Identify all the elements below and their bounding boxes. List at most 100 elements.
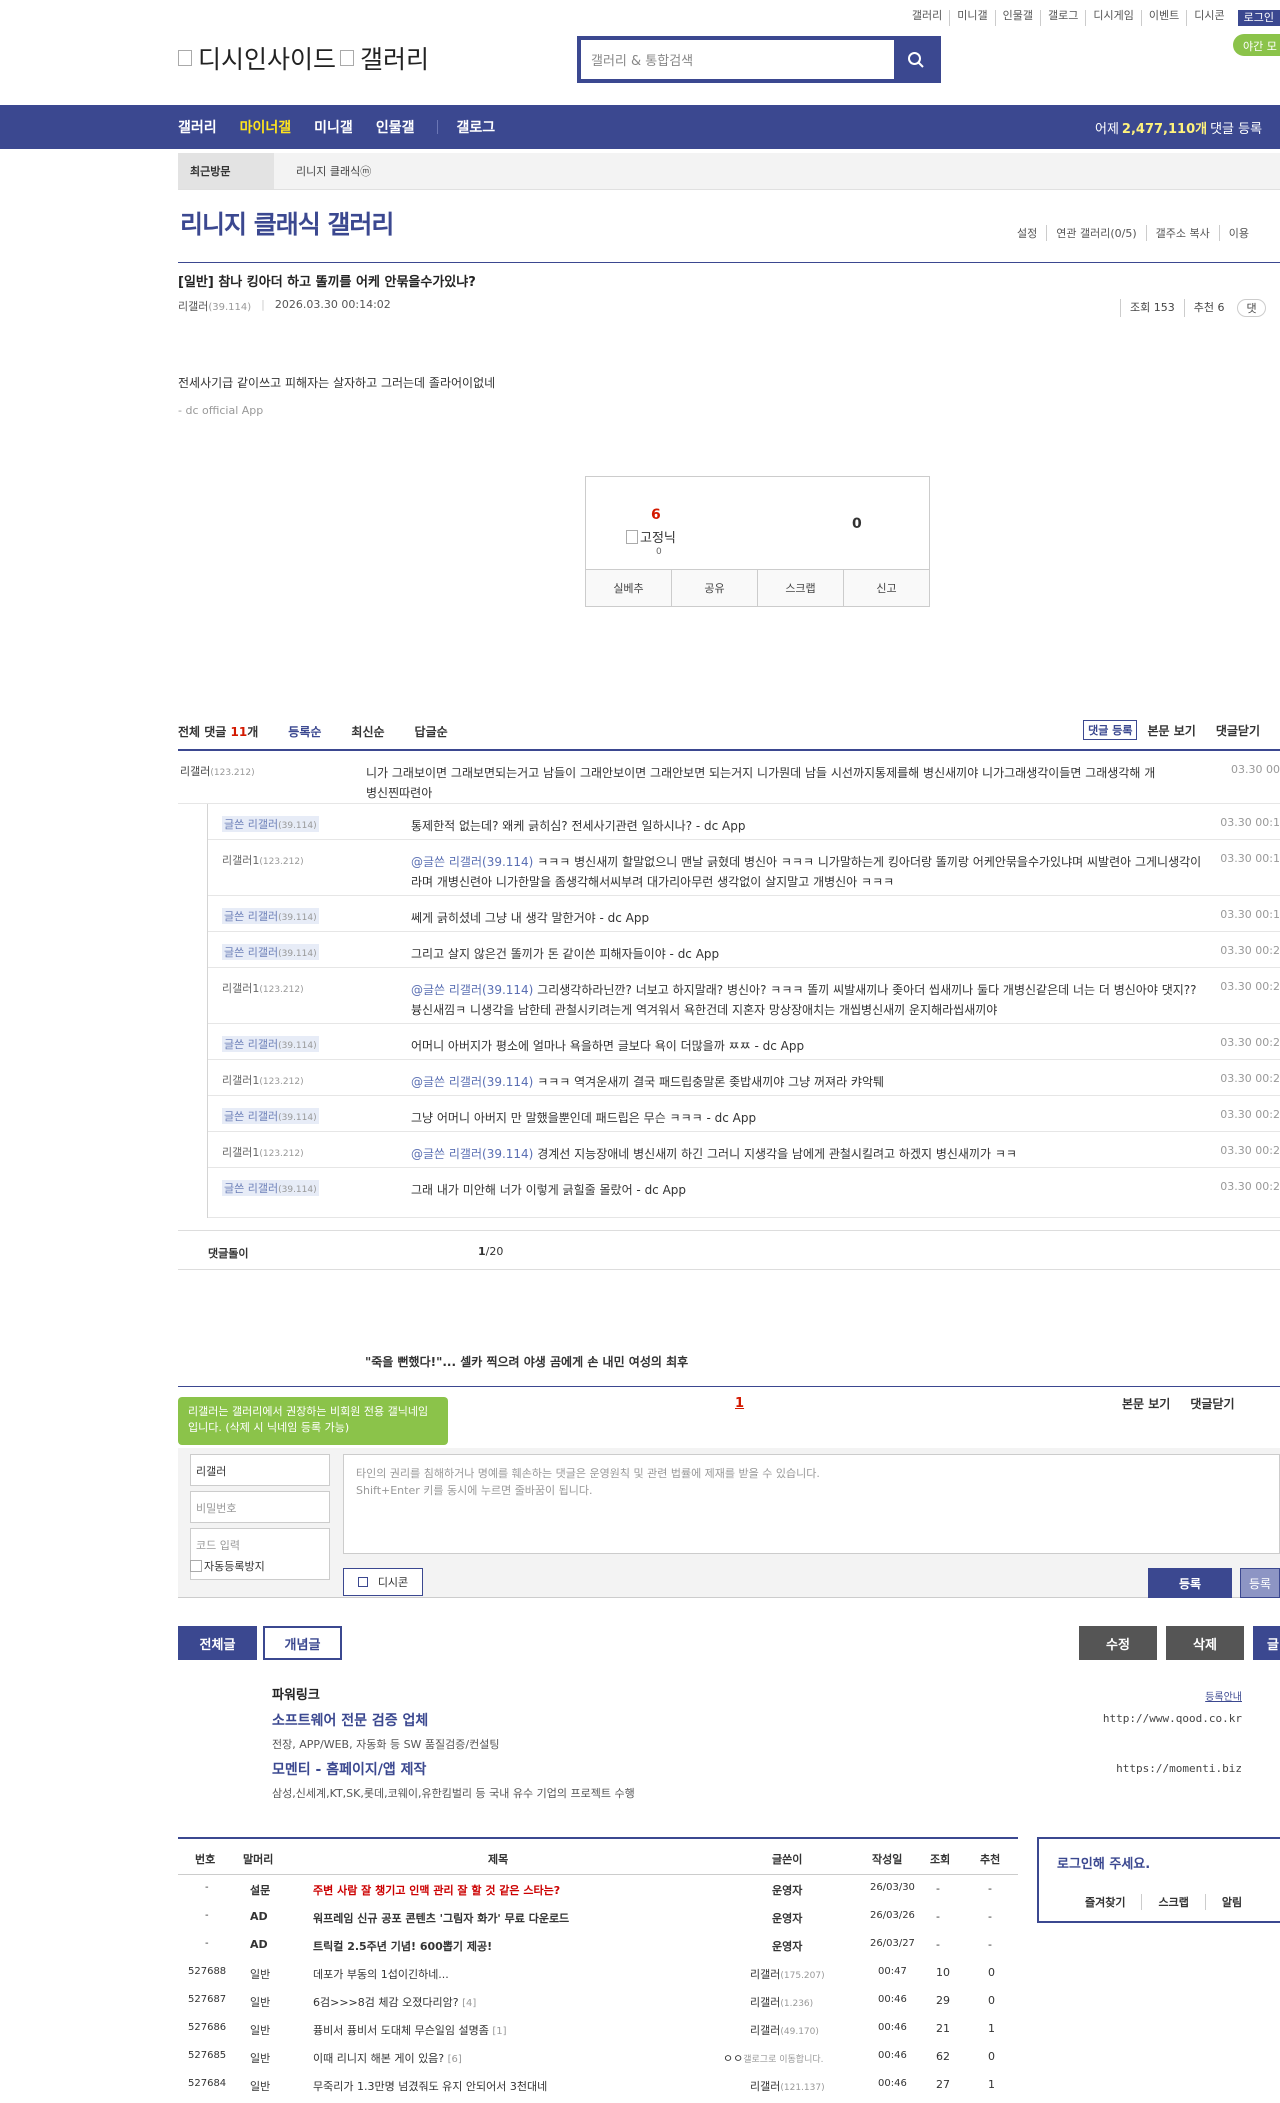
post-row[interactable]: 527686 일반 퓽비서 퓽비서 도대체 무슨일임 설명좀 [1] 리갤러(4… [178, 2015, 1018, 2043]
row-writer[interactable]: 리갤러(49.170) [750, 2022, 819, 2038]
gallery-usage[interactable]: 이용 [1218, 225, 1258, 241]
post-row[interactable]: 527685 일반 이때 리니지 해본 게이 있음? [6] ㅇㅇ갤로그로 이동… [178, 2043, 1018, 2071]
copy-address[interactable]: 갤주소 복사 [1145, 225, 1219, 241]
reply-nick[interactable]: 글쓴 리갤러(39.114) [222, 1108, 319, 1124]
silbe-button[interactable]: 실베추 [586, 570, 671, 606]
row-writer[interactable]: 운영자 [772, 1938, 802, 1954]
view-body-link[interactable]: 본문 보기 [1147, 722, 1195, 739]
nav-minor[interactable]: 마이너갤 [240, 117, 292, 137]
write-button[interactable]: 글 [1253, 1626, 1280, 1660]
all-posts-button[interactable]: 전체글 [178, 1626, 257, 1660]
row-writer[interactable]: 리갤러(121.137) [750, 2078, 825, 2094]
row-title[interactable]: 퓽비서 퓽비서 도대체 무슨일임 설명좀 [1] [313, 2022, 507, 2038]
concept-posts-button[interactable]: 개념글 [263, 1626, 342, 1660]
password-field[interactable]: 비밀번호 [190, 1491, 330, 1523]
gallery-title[interactable]: 리니지 클래식 갤러리 [180, 205, 394, 241]
reply-mention[interactable]: @글쓴 리갤러(39.114) [411, 983, 533, 997]
login-button[interactable]: 로그인 [1237, 10, 1280, 26]
reply-nick[interactable]: 리갤러1(123.212) [222, 980, 304, 996]
comment-page-1[interactable]: 1 [735, 1396, 744, 1411]
nav-gallery[interactable]: 갤러리 [178, 117, 217, 137]
reply-mention[interactable]: @글쓴 리갤러(39.114) [411, 1075, 533, 1089]
news-headline[interactable]: "죽을 뻔했다!"... 셀카 찍으려 야생 곰에게 손 내민 여성의 최후 [365, 1353, 688, 1370]
reply-nick[interactable]: 리갤러1(123.212) [222, 852, 304, 868]
comment-pagination[interactable]: 1/20 [478, 1245, 503, 1258]
row-title[interactable]: 주변 사람 잘 챙기고 인맥 관리 잘 할 것 같은 스타는? [313, 1882, 560, 1898]
post-row[interactable]: 527688 일반 데포가 부동의 1섭이긴하네... 리갤러(175.207)… [178, 1959, 1018, 1987]
reply-nick[interactable]: 글쓴 리갤러(39.114) [222, 1036, 319, 1052]
ad-title[interactable]: 모멘티 - 홈페이지/앱 제작 [272, 1759, 426, 1779]
gnb-mini[interactable]: 미니갤 [949, 10, 994, 26]
related-galleries[interactable]: 연관 갤러리(0/5) [1046, 225, 1145, 241]
gnb-game[interactable]: 디시게임 [1085, 10, 1140, 26]
delete-button[interactable]: 삭제 [1166, 1626, 1244, 1660]
sort-registered[interactable]: 등록순 [288, 723, 321, 740]
share-button[interactable]: 공유 [671, 570, 757, 606]
notify-link[interactable]: 알림 [1204, 1894, 1258, 1910]
nav-mini[interactable]: 미니갤 [314, 117, 353, 137]
row-writer[interactable]: 운영자 [772, 1910, 802, 1926]
comment-textarea[interactable]: 타인의 권리를 침해하거나 명예를 훼손하는 댓글은 운영원칙 및 관련 법률에… [343, 1454, 1280, 1554]
nick-field[interactable]: 리갤러 [190, 1454, 330, 1486]
gnb-gallery[interactable]: 갤러리 [905, 10, 949, 26]
site-logo[interactable]: 디시인사이드 갤러리 [178, 40, 429, 76]
reply-nick[interactable]: 글쓴 리갤러(39.114) [222, 1180, 319, 1196]
row-comment-count[interactable]: [6] [448, 2054, 462, 2065]
comment-nick[interactable]: 리갤러(123.212) [180, 763, 255, 779]
row-writer[interactable]: 리갤러(175.207) [750, 1966, 825, 1982]
close-comments-link-2[interactable]: 댓글닫기 [1190, 1395, 1234, 1412]
scrap-link[interactable]: 스크랩 [1141, 1894, 1204, 1910]
scrap-button[interactable]: 스크랩 [757, 570, 843, 606]
login-prompt[interactable]: 로그인해 주세요. [1057, 1853, 1150, 1872]
row-title[interactable]: 트릭컬 2.5주년 기념! 600뽑기 제공! [313, 1938, 492, 1954]
gnb-event[interactable]: 이벤트 [1140, 10, 1186, 26]
upvote-area[interactable]: 6 고정닉 0 [586, 477, 758, 570]
search-input[interactable]: 갤러리 & 통합검색 [581, 40, 894, 79]
dccon-button[interactable]: 디시콘 [343, 1568, 423, 1596]
report-button[interactable]: 신고 [843, 570, 929, 606]
reply-mention[interactable]: @글쓴 리갤러(39.114) [411, 1147, 533, 1161]
close-comments-link[interactable]: 댓글닫기 [1216, 722, 1260, 739]
row-title[interactable]: 데포가 부동의 1섭이긴하네... [313, 1966, 449, 1982]
sort-replies[interactable]: 답글순 [415, 723, 448, 740]
recent-item[interactable]: 리니지 클래식ⓜ [296, 163, 371, 179]
row-title[interactable]: 무죽리가 1.3만명 넘겼줘도 유지 안되어서 3천대네 [313, 2078, 547, 2094]
sort-latest[interactable]: 최신순 [351, 723, 384, 740]
row-comment-count[interactable]: [4] [462, 1998, 476, 2009]
comment-register-link[interactable]: 댓글 등록 [1083, 720, 1138, 740]
view-body-link-2[interactable]: 본문 보기 [1122, 1395, 1170, 1412]
post-author[interactable]: 리갤러(39.114) [178, 298, 251, 314]
comment-submit-button-2[interactable]: 등록 [1240, 1568, 1280, 1598]
row-title[interactable]: 워프레임 신규 공포 콘텐츠 '그림자 화가' 무료 다운로드 [313, 1910, 569, 1926]
search-button[interactable] [894, 40, 937, 79]
downvote-count[interactable]: 0 [852, 516, 862, 532]
reply-nick[interactable]: 리갤러1(123.212) [222, 1144, 304, 1160]
powerlink-guide[interactable]: 등록안내 [1205, 1688, 1242, 1703]
favorites-link[interactable]: 즐겨찾기 [1085, 1894, 1141, 1910]
nav-person[interactable]: 인물갤 [376, 117, 415, 137]
row-title[interactable]: 6검>>>8검 체감 오졌다리암? [4] [313, 1994, 476, 2010]
reply-mention[interactable]: @글쓴 리갤러(39.114) [411, 855, 533, 869]
post-row[interactable]: 527684 일반 무죽리가 1.3만명 넘겼줘도 유지 안되어서 3천대네 리… [178, 2071, 1018, 2099]
post-row[interactable]: - AD 워프레임 신규 공포 콘텐츠 '그림자 화가' 무료 다운로드 운영자… [178, 1903, 1018, 1931]
nav-gallog[interactable]: 갤로그 [456, 117, 495, 137]
night-mode-toggle[interactable]: 야간 모 [1233, 34, 1280, 56]
ad-url[interactable]: https://momenti.biz [1116, 1762, 1242, 1775]
reply-nick[interactable]: 글쓴 리갤러(39.114) [222, 908, 319, 924]
post-more[interactable]: 댓 [1237, 299, 1266, 317]
gallery-settings[interactable]: 설정 [1008, 225, 1046, 241]
edit-button[interactable]: 수정 [1079, 1626, 1157, 1660]
reply-nick[interactable]: 글쓴 리갤러(39.114) [222, 816, 319, 832]
gnb-gallog[interactable]: 갤로그 [1040, 10, 1085, 26]
gnb-dccon[interactable]: 디시콘 [1186, 10, 1231, 26]
post-row[interactable]: - 설문 주변 사람 잘 챙기고 인맥 관리 잘 할 것 같은 스타는? 운영자… [178, 1875, 1018, 1903]
row-writer[interactable]: 운영자 [772, 1882, 802, 1898]
row-writer[interactable]: 리갤러(1.236) [750, 1994, 813, 2010]
ad-url[interactable]: http://www.qood.co.kr [1103, 1712, 1242, 1725]
row-comment-count[interactable]: [1] [492, 2026, 506, 2037]
gnb-person[interactable]: 인물갤 [994, 10, 1040, 26]
reply-nick[interactable]: 글쓴 리갤러(39.114) [222, 944, 319, 960]
comment-submit-button[interactable]: 등록 [1148, 1568, 1232, 1598]
reply-nick[interactable]: 리갤러1(123.212) [222, 1072, 304, 1088]
row-title[interactable]: 이때 리니지 해본 게이 있음? [6] [313, 2050, 462, 2066]
